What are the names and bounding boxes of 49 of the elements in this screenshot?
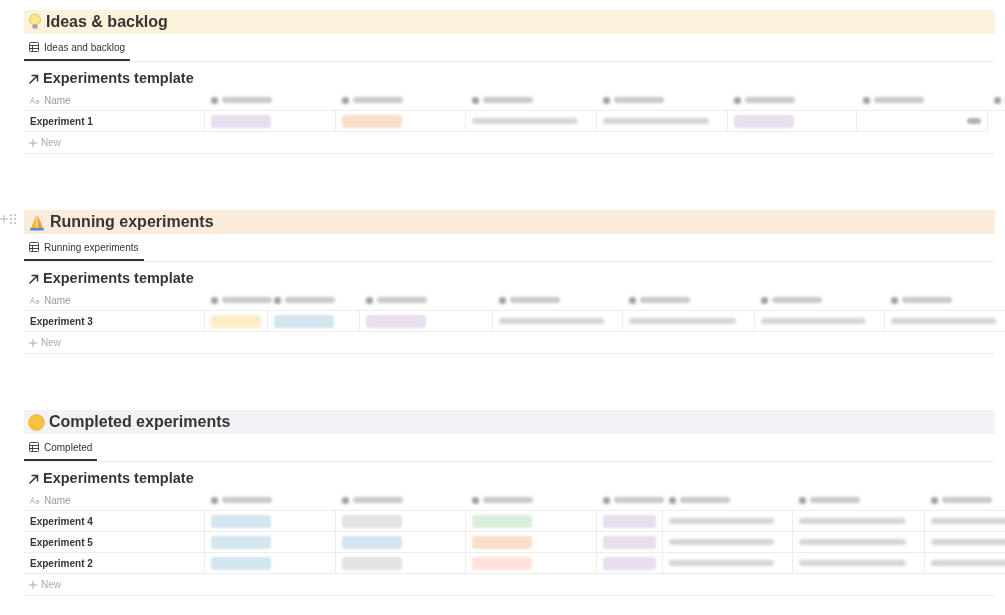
section-title: Ideas & backlog	[46, 14, 168, 30]
link-arrow-icon	[28, 73, 39, 85]
row-name[interactable]: Experiment 2	[24, 553, 205, 573]
blurred-number	[967, 118, 981, 124]
link-arrow-icon	[28, 273, 39, 285]
blurred-column-header	[211, 96, 272, 104]
blurred-column-header	[603, 496, 664, 504]
view-tab[interactable]: Ideas and backlog	[24, 35, 131, 61]
blurred-column-header	[734, 96, 795, 104]
plus-icon	[29, 580, 37, 589]
blurred-column-header	[669, 496, 730, 504]
row-name[interactable]: Experiment 3	[24, 311, 205, 331]
view-tab[interactable]: Running experiments	[24, 235, 144, 261]
drag-handle-icon[interactable]	[10, 214, 16, 224]
table-icon	[29, 42, 39, 52]
blurred-column-header	[366, 296, 427, 304]
table-title[interactable]: Experiments template	[43, 468, 194, 490]
blurred-column-header	[863, 96, 924, 104]
blurred-column-header	[211, 296, 272, 304]
blurred-column-header	[499, 296, 560, 304]
blurred-column-header	[799, 496, 860, 504]
table-title[interactable]: Experiments template	[43, 268, 194, 290]
blurred-column-header	[472, 496, 533, 504]
blurred-column-header	[603, 96, 664, 104]
blurred-column-header	[891, 296, 952, 304]
section-title: Completed experiments	[49, 414, 231, 430]
blurred-column-header	[761, 296, 822, 304]
blurred-column-header	[472, 96, 533, 104]
blurred-column-header	[931, 496, 992, 504]
section-title: Running experiments	[50, 214, 214, 230]
blurred-column-header	[211, 496, 272, 504]
blurred-column-header	[342, 496, 403, 504]
blurred-column-header	[629, 296, 690, 304]
row-name[interactable]: Experiment 1	[24, 111, 205, 131]
table-title[interactable]: Experiments template	[43, 68, 194, 90]
text-property-icon	[30, 96, 40, 104]
blurred-column-header	[274, 296, 335, 304]
text-property-icon	[30, 496, 40, 504]
link-arrow-icon	[28, 473, 39, 485]
row-name[interactable]: Experiment 4	[24, 511, 205, 531]
view-tab[interactable]: Completed	[24, 435, 98, 461]
table-icon	[29, 442, 39, 452]
table-icon	[29, 242, 39, 252]
text-property-icon	[30, 296, 40, 304]
row-name[interactable]: Experiment 5	[24, 532, 205, 552]
plus-icon	[29, 138, 37, 147]
blurred-column-header	[342, 96, 403, 104]
add-block-icon[interactable]	[0, 215, 8, 223]
plus-icon	[29, 338, 37, 347]
